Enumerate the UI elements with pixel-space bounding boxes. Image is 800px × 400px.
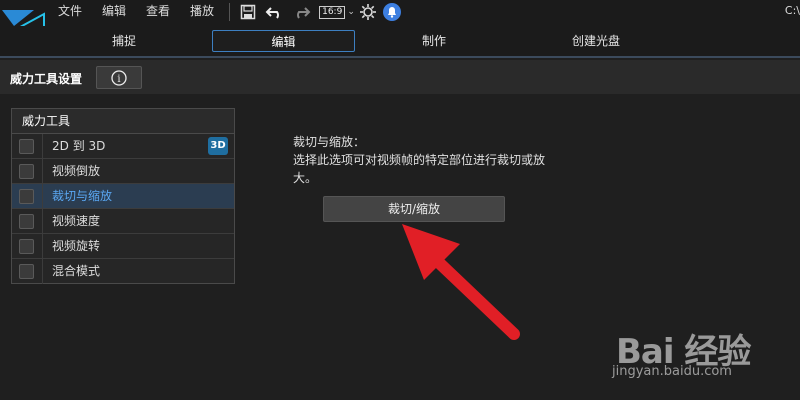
watermark-url: jingyan.baidu.com bbox=[612, 364, 732, 379]
app-window: 文件 编辑 查看 播放 16:9 ⌄ C:\ 捕捉 编辑 制作 创建光盘 威力工… bbox=[0, 0, 800, 400]
watermark: Bai 经验 jingyan.baidu.com bbox=[612, 320, 800, 390]
